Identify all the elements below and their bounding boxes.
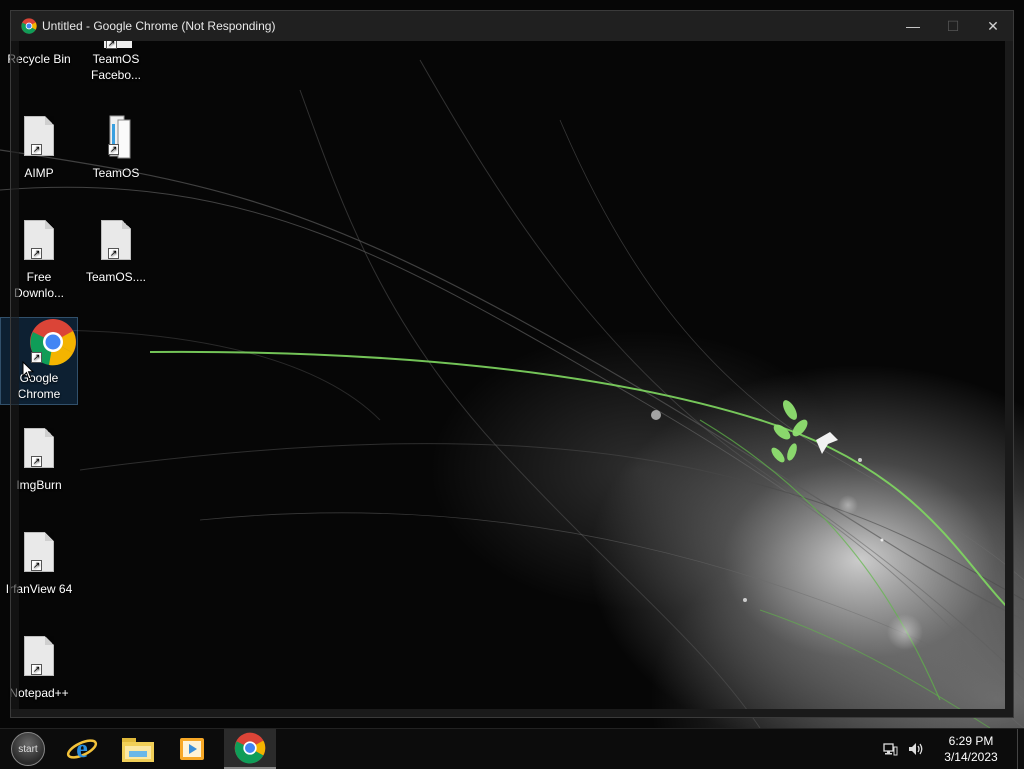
taskbar-file-explorer[interactable] [112,729,164,769]
network-icon[interactable] [879,738,901,760]
chrome-window[interactable]: Untitled - Google Chrome (Not Responding… [10,10,1014,718]
system-tray: 6:29 PM 3/14/2023 [879,729,1024,769]
maximize-button[interactable]: ☐ [933,11,973,41]
window-frame-right [1005,41,1013,711]
clock-time: 6:29 PM [948,734,994,748]
taskbar-google-chrome[interactable] [224,729,276,769]
taskbar: start e 6:29 PM 3/14/2023 [0,728,1024,769]
volume-icon[interactable] [905,738,927,760]
window-frame-left [11,41,19,711]
start-label: start [18,743,38,755]
internet-explorer-icon: e [66,734,98,763]
media-player-icon [180,738,204,760]
window-titlebar[interactable]: Untitled - Google Chrome (Not Responding… [11,11,1013,41]
window-frame-bottom [11,709,1013,717]
start-button[interactable]: start [2,729,54,769]
clock[interactable]: 6:29 PM 3/14/2023 [931,733,1011,765]
window-title: Untitled - Google Chrome (Not Responding… [42,19,276,33]
taskbar-internet-explorer[interactable]: e [56,729,108,769]
chrome-icon [234,732,266,764]
svg-text:e: e [76,734,88,763]
taskbar-media-player[interactable] [166,729,218,769]
close-button[interactable]: ✕ [973,11,1013,41]
clock-date: 3/14/2023 [944,750,998,764]
show-desktop-button[interactable] [1017,729,1024,769]
file-explorer-icon [122,738,154,762]
start-orb-icon: start [11,732,45,766]
minimize-button[interactable]: — [893,11,933,41]
chrome-icon [21,18,37,34]
